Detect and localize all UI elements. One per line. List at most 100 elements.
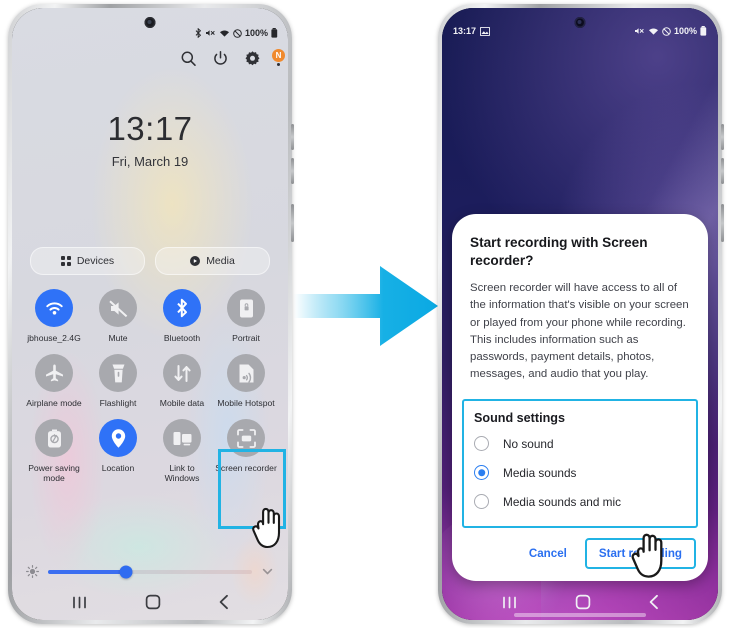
left-phone-device: 100% N 13:17 Fri, March 19 Devices Media… bbox=[8, 4, 294, 624]
toggle-label: Mute bbox=[108, 333, 128, 343]
toggle-circle bbox=[99, 354, 137, 393]
screen-recorder-icon bbox=[236, 428, 256, 448]
recents-button[interactable] bbox=[71, 595, 88, 610]
devices-button[interactable]: Devices bbox=[30, 247, 145, 275]
status-right: 100% bbox=[634, 26, 707, 36]
radio-label: No sound bbox=[503, 436, 554, 451]
screen-recorder-dialog-screen: 13:17 100% Start recording with Screen r… bbox=[442, 8, 718, 620]
toggle-mobile-data[interactable]: Mobile data bbox=[150, 354, 214, 408]
do-not-disturb-icon bbox=[233, 28, 242, 38]
more-options-icon[interactable]: N bbox=[272, 49, 285, 67]
radio-button-selected[interactable] bbox=[474, 465, 489, 480]
cancel-button[interactable]: Cancel bbox=[517, 539, 579, 568]
toggle-label: Flashlight bbox=[99, 398, 137, 409]
volume-down-button[interactable] bbox=[721, 158, 724, 184]
toggle-circle bbox=[227, 354, 265, 393]
back-icon bbox=[219, 594, 228, 610]
recents-button[interactable] bbox=[501, 595, 518, 610]
toggle-label: Mobile Hotspot bbox=[217, 398, 275, 409]
toggle-label: Location bbox=[101, 463, 135, 474]
dialog-actions: Cancel Start recording bbox=[452, 528, 708, 581]
radio-button[interactable] bbox=[474, 494, 489, 509]
brightness-slider[interactable] bbox=[48, 565, 252, 578]
power-saving-icon bbox=[47, 429, 61, 448]
right-arrow-icon bbox=[294, 266, 438, 346]
toggle-power-saving-mode[interactable]: Power saving mode bbox=[22, 419, 86, 483]
link-to-windows-icon bbox=[173, 431, 191, 446]
back-icon bbox=[649, 594, 658, 610]
battery-icon bbox=[271, 28, 278, 38]
toggle-label: Airplane mode bbox=[26, 398, 82, 409]
recents-icon bbox=[502, 596, 516, 608]
lock-clock: 13:17 Fri, March 19 bbox=[12, 112, 288, 169]
toggle-bluetooth[interactable]: Bluetooth bbox=[150, 289, 214, 343]
quick-panel-pill-row: Devices Media bbox=[30, 247, 270, 275]
radio-option-media-sounds[interactable]: Media sounds bbox=[464, 457, 696, 486]
home-button[interactable] bbox=[575, 594, 591, 610]
toggle-link-to-windows[interactable]: Link to Windows bbox=[150, 419, 214, 483]
toggle-circle bbox=[99, 289, 137, 327]
back-button[interactable] bbox=[648, 594, 660, 610]
power-icon[interactable] bbox=[212, 50, 229, 67]
toggle-airplane-mode[interactable]: Airplane mode bbox=[22, 354, 86, 408]
toggle-circle bbox=[163, 289, 201, 327]
radio-option-no-sound[interactable]: No sound bbox=[464, 428, 696, 457]
devices-grid-icon bbox=[60, 256, 71, 266]
power-side-button[interactable] bbox=[291, 204, 294, 242]
back-button[interactable] bbox=[218, 594, 230, 610]
media-play-icon bbox=[190, 256, 201, 266]
radio-option-media-sounds-and-mic[interactable]: Media sounds and mic bbox=[464, 486, 696, 515]
screen-recorder-dialog: Start recording with Screen recorder? Sc… bbox=[452, 214, 708, 581]
left-navigation-bar bbox=[12, 594, 288, 610]
toggle-circle bbox=[227, 419, 265, 458]
toggle-wifi[interactable]: jbhouse_2.4G bbox=[22, 289, 86, 343]
volume-up-button[interactable] bbox=[291, 124, 294, 150]
home-indicator bbox=[514, 613, 646, 617]
bluetooth-icon bbox=[177, 298, 187, 318]
toggle-circle bbox=[35, 289, 73, 327]
toggle-mute[interactable]: Mute bbox=[86, 289, 150, 343]
toggle-screen-recorder[interactable]: Screen recorder bbox=[214, 419, 278, 483]
radio-label: Media sounds and mic bbox=[503, 494, 622, 509]
home-icon bbox=[575, 594, 590, 610]
toggle-label: jbhouse_2.4G bbox=[27, 333, 81, 343]
image-icon bbox=[480, 26, 491, 36]
mobile-data-icon bbox=[173, 364, 191, 382]
home-button[interactable] bbox=[145, 594, 161, 610]
toggle-location[interactable]: Location bbox=[86, 419, 150, 483]
right-phone-screen-bezel: 13:17 100% Start recording with Screen r… bbox=[442, 8, 718, 620]
toggle-label: Portrait bbox=[232, 333, 260, 343]
front-camera-icon bbox=[144, 17, 156, 28]
sound-settings-highlight-box: Sound settings No sound Media sounds Med… bbox=[462, 399, 698, 528]
hotspot-icon bbox=[239, 364, 253, 383]
status-time: 13:17 bbox=[453, 26, 477, 36]
chevron-down-icon bbox=[262, 568, 273, 575]
toggle-mobile-hotspot[interactable]: Mobile Hotspot bbox=[214, 354, 278, 408]
bluetooth-icon bbox=[195, 28, 202, 38]
left-phone-screen-bezel: 100% N 13:17 Fri, March 19 Devices Media… bbox=[12, 8, 288, 620]
mute-icon bbox=[108, 299, 127, 317]
toggle-circle bbox=[99, 419, 137, 458]
clock-time: 13:17 bbox=[107, 110, 193, 147]
gear-icon[interactable] bbox=[244, 50, 261, 67]
notification-badge: N bbox=[272, 49, 285, 62]
mute-icon bbox=[634, 28, 644, 34]
flashlight-icon bbox=[112, 364, 124, 383]
battery-percent-label: 100% bbox=[244, 28, 268, 38]
brightness-slider-knob[interactable] bbox=[119, 565, 133, 578]
toggle-flashlight[interactable]: Flashlight bbox=[86, 354, 150, 408]
start-recording-button[interactable]: Start recording bbox=[584, 538, 696, 569]
volume-up-button[interactable] bbox=[721, 124, 724, 150]
toggle-label: Bluetooth bbox=[163, 333, 201, 343]
right-phone-device: 13:17 100% Start recording with Screen r… bbox=[438, 4, 724, 624]
search-icon[interactable] bbox=[180, 50, 197, 67]
media-button[interactable]: Media bbox=[155, 247, 270, 275]
clock-date: Fri, March 19 bbox=[111, 154, 189, 169]
wifi-icon bbox=[45, 301, 63, 315]
toggle-circle bbox=[35, 354, 73, 393]
radio-button[interactable] bbox=[474, 436, 489, 451]
status-left: 13:17 bbox=[453, 26, 491, 36]
volume-down-button[interactable] bbox=[291, 158, 294, 184]
toggle-portrait[interactable]: Portrait bbox=[214, 289, 278, 343]
power-side-button[interactable] bbox=[721, 204, 724, 242]
